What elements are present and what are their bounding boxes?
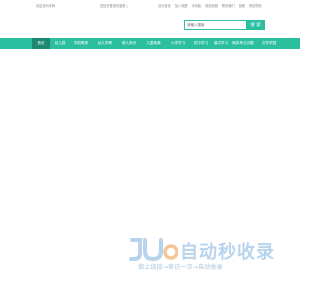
nav-item-stories[interactable]: 儿童故事 <box>140 38 167 49</box>
nav-item-primary[interactable]: 小学学习 <box>167 38 189 49</box>
top-link[interactable]: 加入收藏 <box>175 3 188 8</box>
nav-item-literature[interactable]: 文学学园 <box>257 38 281 49</box>
main-nav: 首页 幼儿园 学前教育 幼儿早教 育儿常识 儿童故事 小学学习 初中学习 高中学… <box>0 38 300 49</box>
nav-item-middle[interactable]: 初中学习 <box>189 38 213 49</box>
top-link[interactable]: 手机版 <box>192 3 202 8</box>
search-input[interactable] <box>184 20 248 30</box>
nav-item-high[interactable]: 高中学习 <box>213 38 229 49</box>
nav-item-home[interactable]: 首页 <box>32 38 50 49</box>
search-box: 搜 索 <box>184 20 265 30</box>
watermark: 自动秒收录 做上链接→来访一次→自动收录 <box>128 236 280 276</box>
login-prompt[interactable]: 您还未登录请登录 | <box>100 3 128 8</box>
jiyun-logo-icon <box>129 238 178 262</box>
top-link[interactable]: 投稿 <box>239 3 245 8</box>
top-link[interactable]: 网站导航 <box>249 3 262 8</box>
nav-item-parenting[interactable]: 育儿常识 <box>118 38 140 49</box>
nav-item-early-education[interactable]: 幼儿早教 <box>92 38 118 49</box>
top-links: 设为首页 加入收藏 手机版 网站地图 联系我们 投稿 网站导航 <box>158 3 262 8</box>
nav-item-kindergarten[interactable]: 幼儿园 <box>50 38 70 49</box>
top-link[interactable]: 网站地图 <box>205 3 218 8</box>
welcome-text: 欢迎访问本网 <box>36 4 56 8</box>
top-link[interactable]: 联系我们 <box>222 3 235 8</box>
nav-item-exams[interactable]: 期末考试试题 <box>229 38 257 49</box>
watermark-subtitle: 做上链接→来访一次→自动收录 <box>138 264 223 271</box>
nav-item-preschool[interactable]: 学前教育 <box>70 38 92 49</box>
top-bar: 欢迎访问本网 您还未登录请登录 | 设为首页 加入收藏 手机版 网站地图 联系我… <box>0 0 300 10</box>
search-button[interactable]: 搜 索 <box>246 20 265 30</box>
watermark-title: 自动秒收录 <box>180 242 275 263</box>
top-link[interactable]: 设为首页 <box>158 3 171 8</box>
